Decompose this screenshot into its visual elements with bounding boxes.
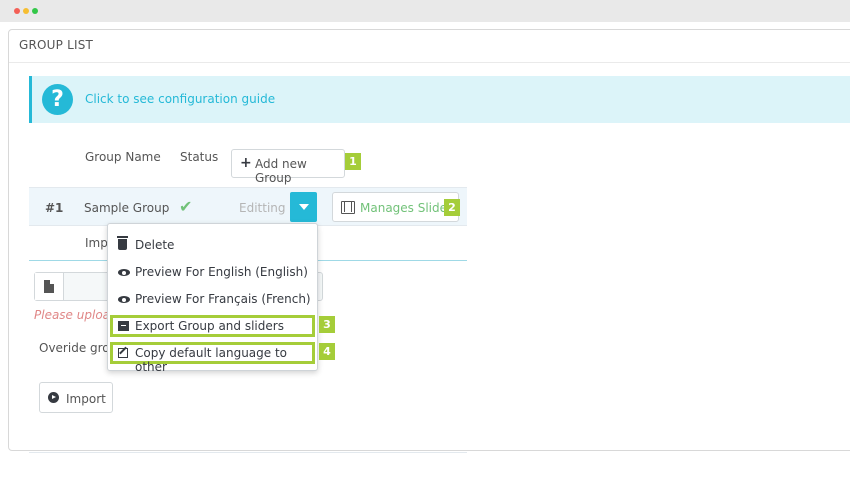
caret-down-icon [299,204,309,210]
callout-badge-1: 1 [345,153,361,170]
info-alert: ? Click to see configuration guide [29,76,850,123]
file-icon [44,280,54,293]
import-button-label: Import [66,392,106,406]
add-new-group-label: Add new Group [255,157,307,185]
maximize-window-dot[interactable] [32,8,38,14]
editing-label: Editting [239,201,286,215]
column-header-status: Status [180,150,219,164]
eye-icon [118,265,130,279]
row-group-name: Sample Group [84,201,170,215]
question-icon: ? [42,84,73,115]
file-picker-button[interactable] [35,273,64,300]
row-number: #1 [45,201,64,215]
eye-icon [118,292,130,306]
column-header-group-name: Group Name [85,150,161,164]
group-list-panel: GROUP LIST ? Click to see configuration … [8,29,850,453]
row-actions-dropdown-menu: Delete Preview For English (English) Pre… [107,223,318,374]
callout-badge-2: 2 [444,199,460,216]
callout-badge-3: 3 [319,316,335,333]
archive-icon [118,319,129,333]
override-group-label: Overide gro [39,341,110,355]
menu-item-delete[interactable]: Delete [110,234,315,256]
plus-icon: + [240,155,252,171]
panel-title: GROUP LIST [19,38,94,52]
import-button[interactable]: Import [39,382,113,413]
panel-divider [9,62,850,63]
menu-item-export-group[interactable]: Export Group and sliders [110,315,315,337]
menu-item-copy-default-language[interactable]: Copy default language to other [110,342,315,374]
circle-arrow-right-icon [48,392,59,403]
menu-item-preview-english[interactable]: Preview For English (English) [110,261,315,283]
configuration-guide-link[interactable]: Click to see configuration guide [85,92,275,106]
minimize-window-dot[interactable] [23,8,29,14]
trash-icon [117,236,128,252]
import-section-label: Imp [85,236,108,250]
row-actions-dropdown-toggle[interactable] [290,192,317,222]
edit-icon [118,346,128,360]
film-icon [341,201,355,214]
upload-warning-text: Please uploa [34,308,111,322]
callout-badge-4: 4 [319,343,335,360]
window-titlebar [0,0,850,22]
add-new-group-button[interactable]: + Add new Group [231,149,345,185]
status-enabled-check-icon[interactable]: ✔ [179,197,192,216]
manage-sliders-label: Manages Slider [360,201,452,215]
close-window-dot[interactable] [14,8,20,14]
manage-sliders-button[interactable]: Manages Slider [332,192,459,222]
table-row: #1 Sample Group ✔ Editting Manages Slide… [29,187,467,226]
menu-item-preview-french[interactable]: Preview For Français (French) [110,288,315,310]
